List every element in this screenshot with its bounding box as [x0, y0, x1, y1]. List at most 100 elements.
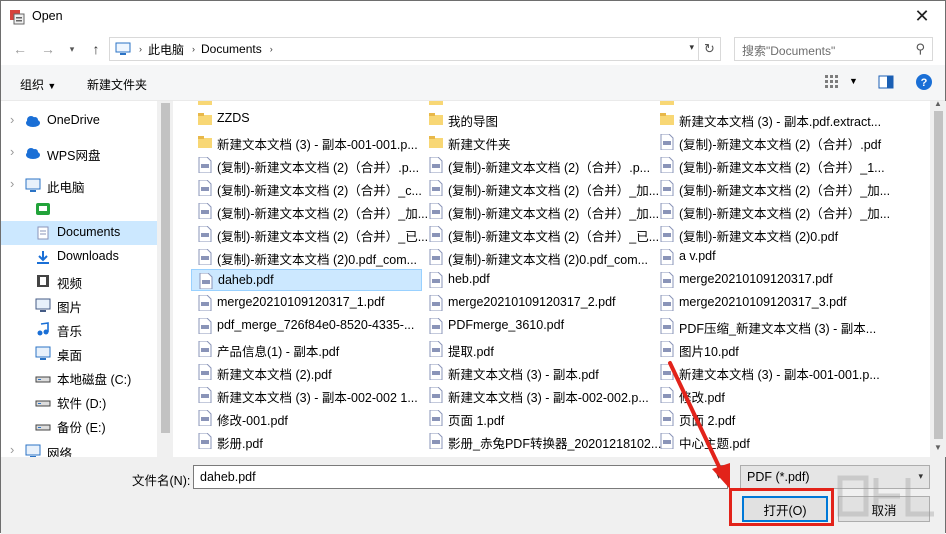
sidebar-item[interactable]: OneDrive › [1, 109, 157, 133]
new-folder-button[interactable]: 新建文件夹 [87, 76, 147, 93]
breadcrumb-separator-icon: › [269, 44, 273, 54]
sidebar-item[interactable]: 本地磁盘 (C:) [1, 365, 157, 389]
file-item[interactable]: 产品信息(1) - 副本.pdf [191, 338, 417, 360]
sidebar-item[interactable]: 软件 (D:) [1, 389, 157, 413]
up-button[interactable]: ↑ [85, 39, 107, 59]
file-item[interactable]: (复制)-新建文本文档 (2)（合并）_加... [422, 177, 659, 199]
expand-icon[interactable]: › [10, 176, 14, 191]
file-item[interactable]: (复制)-新建文本文档 (2)0.pdf [653, 223, 879, 245]
organize-menu[interactable]: 组织 ▼ [20, 76, 56, 93]
pdf-file-icon [198, 180, 212, 196]
file-item[interactable]: (复制)-新建文本文档 (2)（合并）.p... [191, 154, 419, 176]
breadcrumb-documents[interactable]: Documents [201, 42, 262, 56]
file-item[interactable]: (复制)-新建文本文档 (2)（合并）_已... [191, 223, 428, 245]
file-item[interactable]: 提取.pdf [422, 338, 648, 360]
view-dropdown-icon[interactable]: ▼ [849, 76, 858, 86]
download-icon [37, 251, 49, 264]
file-item[interactable]: (复制)-新建文本文档 (2)（合并）.pdf [653, 131, 882, 153]
close-icon: ✕ [914, 5, 930, 26]
svg-text:?: ? [921, 77, 928, 89]
sidebar-scrollbar[interactable] [157, 101, 173, 457]
back-button[interactable]: ← [9, 39, 31, 59]
file-name: merge20210109120317_3.pdf [679, 295, 847, 309]
sidebar-item[interactable]: Downloads [1, 245, 157, 269]
sidebar-item-label: 备份 (E:) [57, 421, 106, 435]
file-item[interactable]: pdf_merge_726f84e0-8520-4335-... [191, 315, 417, 337]
file-item[interactable]: (复制)-新建文本文档 (2)（合并）_已... [422, 223, 659, 245]
scroll-down-icon[interactable]: ▼ [934, 443, 942, 452]
file-item[interactable]: 影册.pdf [191, 430, 417, 452]
sidebar-item-label: Documents [57, 225, 121, 239]
expand-icon[interactable]: › [10, 442, 14, 457]
folder-item[interactable]: 新建文件夹 [422, 131, 648, 153]
sidebar-item[interactable]: WPS网盘 › [1, 141, 157, 165]
file-item[interactable]: PDFmerge_3610.pdf [422, 315, 648, 337]
folder-icon [429, 101, 443, 105]
sidebar-item[interactable]: 网络 › [1, 439, 157, 457]
refresh-button[interactable]: ↻ [698, 38, 720, 60]
file-item[interactable]: daheb.pdf [191, 269, 422, 291]
help-icon[interactable]: ? [915, 73, 933, 91]
file-name: (复制)-新建文本文档 (2)（合并）_加... [448, 207, 660, 221]
sidebar-item[interactable]: 备份 (E:) [1, 413, 157, 437]
filename-value[interactable]: daheb.pdf [200, 470, 256, 484]
file-item[interactable]: (复制)-新建文本文档 (2)（合并）_加... [653, 200, 890, 222]
file-item[interactable]: 新建文本文档 (3) - 副本-002-002 1... [191, 384, 418, 406]
file-item[interactable]: PDF压缩_新建文本文档 (3) - 副本... [653, 315, 879, 337]
sidebar-item[interactable]: 音乐 [1, 317, 157, 341]
file-item[interactable]: 页面 1.pdf [422, 407, 648, 429]
file-item[interactable]: (复制)-新建文本文档 (2)（合并）_加... [653, 177, 890, 199]
close-button[interactable]: ✕ [899, 1, 945, 31]
file-item[interactable]: (复制)-新建文本文档 (2)（合并）_加... [191, 200, 428, 222]
sidebar-item[interactable] [1, 197, 157, 221]
file-name: 修改-001.pdf [217, 414, 288, 428]
pdf-file-icon [660, 226, 674, 242]
file-item[interactable]: (复制)-新建文本文档 (2)（合并）_c... [191, 177, 422, 199]
file-item[interactable]: merge20210109120317_2.pdf [422, 292, 648, 314]
expand-icon[interactable]: › [10, 112, 14, 127]
file-item[interactable]: 新建文本文档 (3) - 副本-002-002.p... [422, 384, 649, 406]
file-item[interactable]: (复制)-新建文本文档 (2)（合并）_加... [422, 200, 659, 222]
file-item[interactable]: (复制)-新建文本文档 (2)（合并）.p... [422, 154, 650, 176]
address-bar[interactable]: › 此电脑 › Documents › ▾ ↻ [109, 37, 721, 61]
search-box[interactable]: 搜索"Documents" ⚲ [734, 37, 933, 61]
pdf-file-icon [429, 180, 443, 196]
scrollbar-thumb[interactable] [161, 103, 170, 433]
breadcrumb-this-pc[interactable]: 此电脑 [148, 41, 184, 58]
file-item[interactable]: merge20210109120317_1.pdf [191, 292, 417, 314]
network-icon [25, 444, 41, 457]
expand-icon[interactable]: › [10, 144, 14, 159]
file-item[interactable]: (复制)-新建文本文档 (2)0.pdf_com... [422, 246, 648, 268]
recent-locations-button[interactable]: ▾ [61, 39, 83, 59]
file-item[interactable]: 新建文本文档 (3) - 副本.pdf [422, 361, 648, 383]
folder-item[interactable]: 新建文本文档 (3) - 副本-001-001.p... [191, 131, 418, 153]
file-item[interactable]: merge20210109120317_3.pdf [653, 292, 879, 314]
scroll-up-icon[interactable]: ▲ [934, 99, 942, 108]
file-list-scrollbar[interactable]: ▲ ▼ [930, 99, 946, 457]
sidebar-item[interactable]: Documents [1, 221, 157, 245]
folder-item[interactable]: 我的导图 [422, 108, 648, 130]
music-icon [37, 322, 49, 336]
folder-item[interactable]: 新建文本文档 (3) - 副本.pdf.extract... [653, 108, 881, 130]
file-item[interactable]: merge20210109120317.pdf [653, 269, 879, 291]
sidebar-item[interactable]: 图片 [1, 293, 157, 317]
file-item[interactable]: (复制)-新建文本文档 (2)0.pdf_com... [191, 246, 417, 268]
file-item[interactable]: heb.pdf [422, 269, 648, 291]
file-item[interactable]: 影册_赤兔PDF转换器_20201218102... [422, 430, 661, 452]
file-item[interactable]: a v.pdf [653, 246, 879, 268]
view-options-icon[interactable] [823, 73, 841, 91]
chevron-down-icon[interactable]: ▾ [689, 42, 694, 53]
forward-button[interactable]: → [37, 39, 59, 59]
pdf-file-icon [660, 272, 674, 288]
folder-item[interactable]: ZZDS [191, 108, 417, 130]
scrollbar-thumb[interactable] [934, 111, 943, 439]
sidebar-item[interactable]: 视频 [1, 269, 157, 293]
sidebar-item[interactable]: 桌面 [1, 341, 157, 365]
file-item[interactable]: 修改-001.pdf [191, 407, 417, 429]
file-item[interactable]: (复制)-新建文本文档 (2)（合并）_1... [653, 154, 885, 176]
filename-input[interactable]: daheb.pdf ▾ [193, 465, 728, 489]
file-name: (复制)-新建文本文档 (2)（合并）.pdf [679, 138, 882, 152]
file-item[interactable]: 新建文本文档 (2).pdf [191, 361, 417, 383]
sidebar-item[interactable]: 此电脑 › [1, 173, 157, 197]
preview-pane-icon[interactable] [877, 73, 895, 91]
